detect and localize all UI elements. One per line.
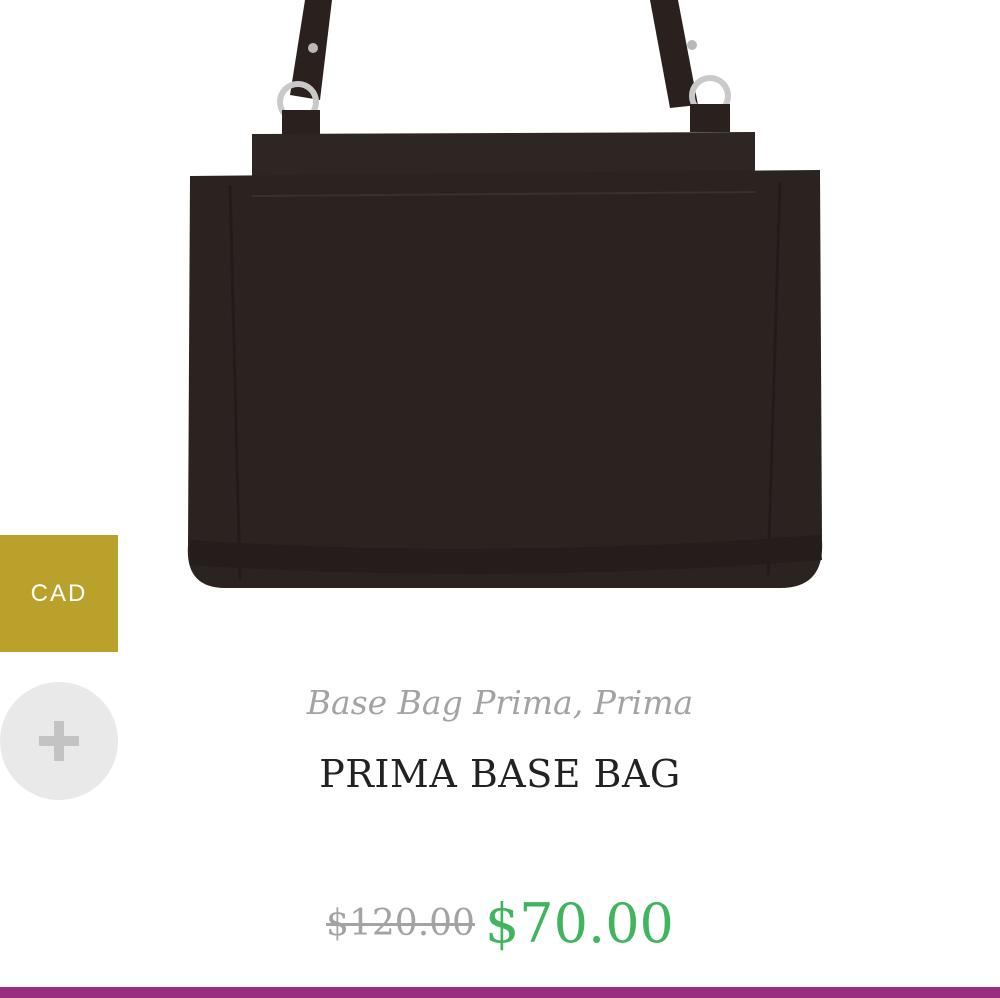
currency-switcher-button[interactable]: CAD — [0, 535, 118, 652]
bottom-bar — [0, 987, 1000, 998]
category-link[interactable]: Prima — [594, 683, 694, 722]
category-link[interactable]: Base Bag Prima — [307, 683, 573, 722]
regular-price: $120.00 — [326, 903, 475, 944]
category-separator: , — [572, 683, 594, 722]
product-categories: Base Bag Prima, Prima — [0, 683, 1000, 722]
product-title[interactable]: PRIMA BASE BAG — [0, 752, 1000, 796]
product-image[interactable] — [170, 0, 840, 600]
price: $120.00 $70.00 — [0, 892, 1000, 955]
sale-price: $70.00 — [484, 892, 674, 955]
currency-label: CAD — [30, 579, 88, 607]
bag-handles — [277, 0, 731, 136]
bag-body — [187, 132, 823, 588]
